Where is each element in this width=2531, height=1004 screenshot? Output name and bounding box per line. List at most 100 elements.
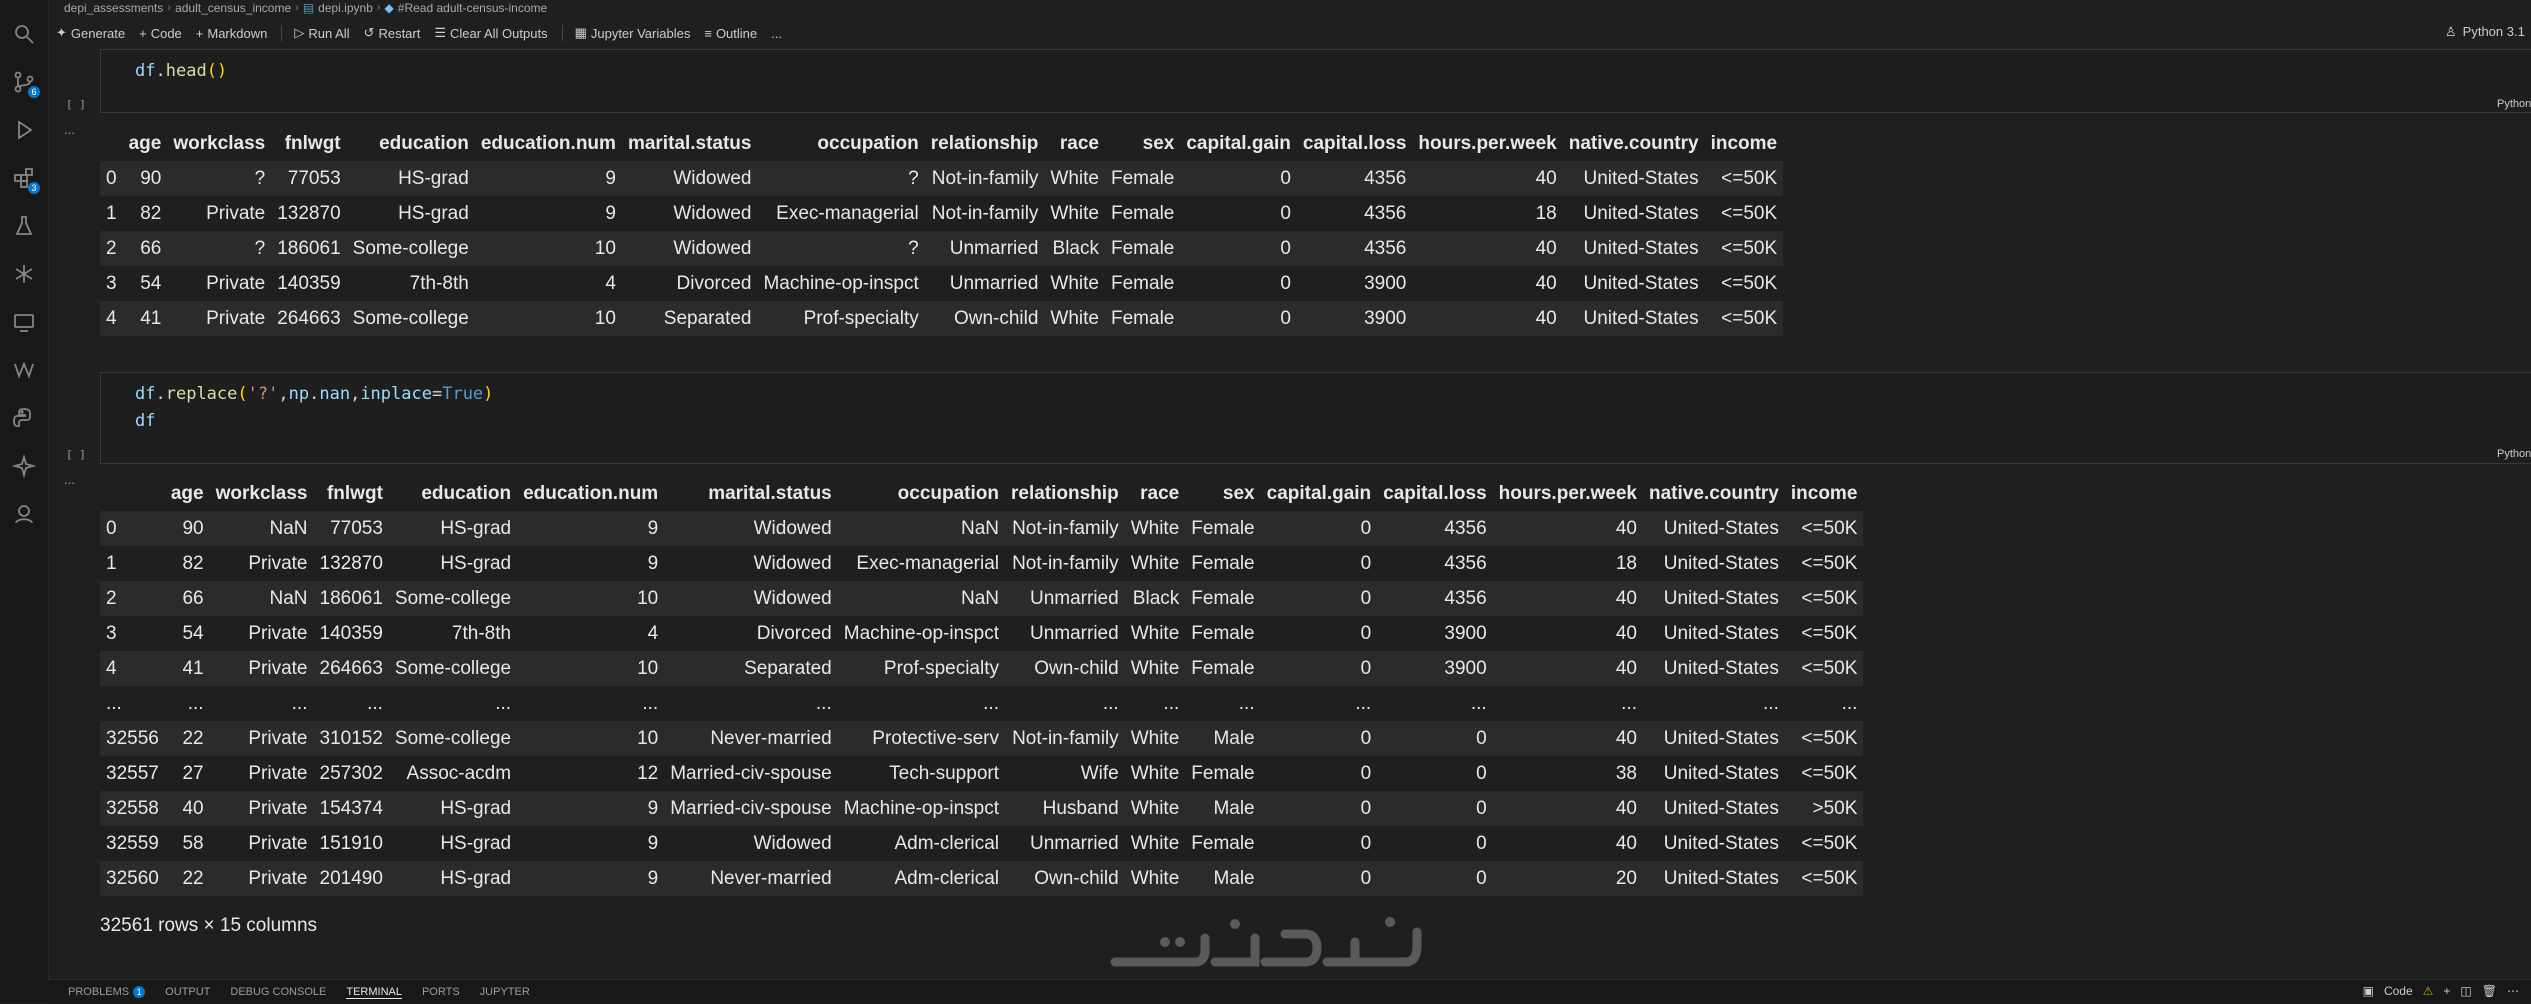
search-icon[interactable] xyxy=(10,20,38,48)
table-cell: Machine-op-inspct xyxy=(763,272,919,294)
output-menu-icon[interactable]: ... xyxy=(64,472,75,487)
table-cell: 9 xyxy=(647,797,659,819)
kernel-picker[interactable]: ♙ Python 3.1 xyxy=(2445,24,2531,40)
table-cell: White xyxy=(1050,167,1099,189)
table-cell: HS-grad xyxy=(398,167,469,189)
output-menu-icon[interactable]: ... xyxy=(64,122,75,137)
clear-outputs-button[interactable]: ☰ Clear All Outputs xyxy=(434,25,547,41)
table-cell: 41 xyxy=(182,657,204,679)
copilot-icon[interactable] xyxy=(10,452,38,480)
extensions-icon[interactable]: 3 xyxy=(10,164,40,194)
table-row: 1 82 Private 132870 HS-grad 9 Widowed Exec-mana… xyxy=(100,196,1784,231)
table-cell: 40 xyxy=(1615,727,1637,749)
table-cell: Machine-op-inspct xyxy=(843,622,999,644)
breadcrumb-item[interactable]: #Read adult-census-income xyxy=(398,1,547,15)
add-markdown-button[interactable]: + Markdown xyxy=(196,26,268,41)
wave-icon[interactable] xyxy=(10,356,38,384)
code-cell-1[interactable]: df.head() xyxy=(100,49,2531,113)
accounts-icon[interactable] xyxy=(10,500,38,528)
testing-icon[interactable] xyxy=(10,212,38,240)
tab-problems[interactable]: PROBLEMS 1 xyxy=(68,986,146,998)
tab-ports[interactable]: PORTS xyxy=(422,986,460,998)
table-cell: Never-married xyxy=(710,727,832,749)
table-cell: 12 xyxy=(637,762,659,784)
table-cell: United-States xyxy=(1663,727,1779,749)
trash-icon[interactable]: 🗑 xyxy=(2482,984,2497,998)
table-row: 32559 58 Private 151910 HS-grad 9 Widowed Adm-c… xyxy=(100,826,1864,861)
run-debug-icon[interactable] xyxy=(10,116,38,144)
table-cell: Widowed xyxy=(753,517,832,539)
table-cell: Widowed xyxy=(753,832,832,854)
column-header: sex xyxy=(1222,482,1255,504)
table-cell: Unmarried xyxy=(1029,587,1119,609)
row-index: 32556 xyxy=(106,727,159,749)
table-cell: 4 xyxy=(605,272,616,294)
table-cell: 40 xyxy=(1615,797,1637,819)
table-cell: Private xyxy=(206,202,266,224)
table-cell: 0 xyxy=(1360,587,1372,609)
table-cell: ... xyxy=(291,692,308,714)
code-cell-2[interactable]: df.replace('?',np.nan,inplace=True) df xyxy=(100,372,2531,464)
table-row: 2 66 NaN 186061 Some-college 10 Widowed NaN Unma… xyxy=(100,581,1864,616)
table-cell: 0 xyxy=(1360,797,1372,819)
table-cell: United-States xyxy=(1663,832,1779,854)
python-icon[interactable] xyxy=(10,404,38,432)
more-actions-button[interactable]: ... xyxy=(771,26,782,41)
table-cell: 0 xyxy=(1476,762,1487,784)
table-cell: 40 xyxy=(1615,832,1637,854)
tab-output[interactable]: OUTPUT xyxy=(165,986,210,998)
row-index: ... xyxy=(106,692,122,714)
table-cell: Adm-clerical xyxy=(894,832,999,854)
table-cell: Protective-serv xyxy=(872,727,999,749)
table-cell: 82 xyxy=(182,552,204,574)
table-cell: ... xyxy=(495,692,512,714)
table-cell: 41 xyxy=(140,307,162,329)
table-cell: HS-grad xyxy=(440,867,512,889)
run-all-button[interactable]: ▷ Run All xyxy=(294,25,349,41)
breadcrumb-item[interactable]: depi.ipynb xyxy=(318,1,373,15)
table-cell: 18 xyxy=(1615,552,1637,574)
breadcrumb-item[interactable]: depi_assessments xyxy=(64,1,163,15)
tab-terminal[interactable]: TERMINAL xyxy=(346,986,402,999)
table-cell: 0 xyxy=(1280,307,1291,329)
table-cell: HS-grad xyxy=(440,552,512,574)
table-cell: ... xyxy=(1470,692,1487,714)
cell-language-label[interactable]: Python xyxy=(2497,448,2531,460)
table-cell: ... xyxy=(983,692,999,714)
toolbar-divider xyxy=(561,25,563,41)
table-cell: <=50K xyxy=(1801,657,1858,679)
split-terminal-icon[interactable]: ◫ xyxy=(2460,984,2471,998)
outline-button[interactable]: ≡ Outline xyxy=(704,26,757,41)
asterisk-icon[interactable] xyxy=(10,260,38,288)
variables-button[interactable]: ▦ Jupyter Variables xyxy=(575,25,691,41)
generate-button[interactable]: ✦ Generate xyxy=(56,25,125,41)
table-cell: 264663 xyxy=(319,657,383,679)
new-terminal-icon[interactable]: + xyxy=(2443,984,2450,998)
table-cell: 9 xyxy=(647,552,659,574)
restart-label: Restart xyxy=(378,25,421,41)
table-cell: Female xyxy=(1111,272,1175,294)
table-cell: Some-college xyxy=(394,727,512,749)
terminal-name[interactable]: Code xyxy=(2384,984,2413,998)
tab-debug-console[interactable]: DEBUG CONSOLE xyxy=(230,986,326,998)
add-code-button[interactable]: + Code xyxy=(139,26,182,41)
restart-button[interactable]: ↺ Restart xyxy=(364,25,421,41)
table-cell: 310152 xyxy=(319,727,383,749)
table-cell: Unmarried xyxy=(1029,622,1119,644)
cell-language-label[interactable]: Python xyxy=(2497,98,2531,110)
remote-explorer-icon[interactable] xyxy=(10,308,38,336)
more-icon[interactable]: ⋯ xyxy=(2507,984,2519,998)
tab-jupyter[interactable]: JUPYTER xyxy=(480,986,530,998)
sparkle-icon: ✦ xyxy=(56,25,67,40)
breadcrumb-item[interactable]: adult_census_income xyxy=(175,1,291,15)
table-cell: NaN xyxy=(269,517,308,539)
table-cell: 0 xyxy=(1360,867,1372,889)
table-cell: 22 xyxy=(182,727,204,749)
table-cell: 66 xyxy=(182,587,204,609)
table-cell: Not-in-family xyxy=(931,167,1039,189)
table-cell: White xyxy=(1130,517,1180,539)
toolbar-divider xyxy=(281,25,283,41)
table-cell: White xyxy=(1130,797,1180,819)
table-cell: Private xyxy=(206,307,266,329)
source-control-icon[interactable]: 6 xyxy=(10,68,40,98)
